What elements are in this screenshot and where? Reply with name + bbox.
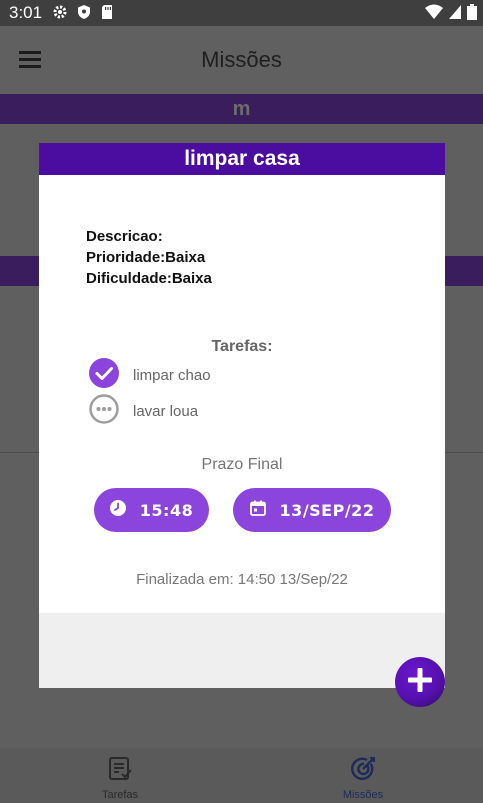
add-fab-button[interactable] (395, 657, 445, 707)
sd-card-icon (100, 4, 114, 20)
tasks-title: Tarefas: (211, 338, 273, 355)
deadline-date-button[interactable]: 13/SEP/22 (233, 488, 391, 532)
difficulty-label: Dificuldade:Baixa (86, 270, 212, 287)
calendar-icon (249, 500, 280, 520)
task-list-icon (107, 757, 133, 786)
task-label: lavar loua (133, 402, 199, 420)
deadline-time-button[interactable]: 15:48 (94, 488, 209, 532)
deadline-time-label: 15:48 (139, 500, 194, 520)
background-card-title: m (232, 98, 251, 120)
wifi-icon (425, 4, 443, 20)
task-item[interactable]: limpar chao (89, 357, 211, 393)
status-time: 3:01 (9, 3, 43, 22)
clock-icon (109, 500, 140, 520)
task-label: limpar chao (133, 366, 211, 384)
shield-icon (76, 4, 92, 20)
nav-item-missoes[interactable]: Missões (303, 756, 423, 801)
bottom-navigation: Tarefas Missões (0, 748, 483, 803)
mission-info: Descricao: Prioridade:Baixa Dificuldade:… (86, 226, 212, 289)
signal-icon (448, 4, 462, 20)
priority-label: Prioridade:Baixa (86, 249, 206, 266)
dialog-footer (39, 613, 445, 688)
battery-icon (467, 4, 477, 20)
target-icon (350, 757, 376, 786)
nav-item-tarefas[interactable]: Tarefas (60, 756, 180, 801)
nav-item-label: Missões (342, 789, 384, 801)
deadline-title: Prazo Final (201, 456, 283, 473)
pending-circle-icon[interactable] (89, 393, 119, 429)
finished-text: Finalizada em: 14:50 13/Sep/22 (136, 571, 348, 588)
dialog-title: limpar casa (39, 143, 445, 175)
task-item[interactable]: lavar loua (89, 393, 199, 429)
description-label: Descricao: (86, 228, 163, 245)
nav-item-label: Tarefas (101, 789, 139, 801)
check-circle-icon[interactable] (89, 357, 119, 393)
page-title: Missões (201, 47, 282, 72)
status-bar: 3:01 (0, 0, 483, 26)
settings-icon (52, 4, 68, 20)
app-bar: Missões (0, 26, 483, 94)
background-card-header[interactable]: m (0, 94, 483, 124)
mission-detail-dialog: limpar casa Descricao: Prioridade:Baixa … (39, 143, 445, 688)
plus-icon (407, 667, 433, 698)
deadline-date-label: 13/SEP/22 (279, 500, 375, 520)
